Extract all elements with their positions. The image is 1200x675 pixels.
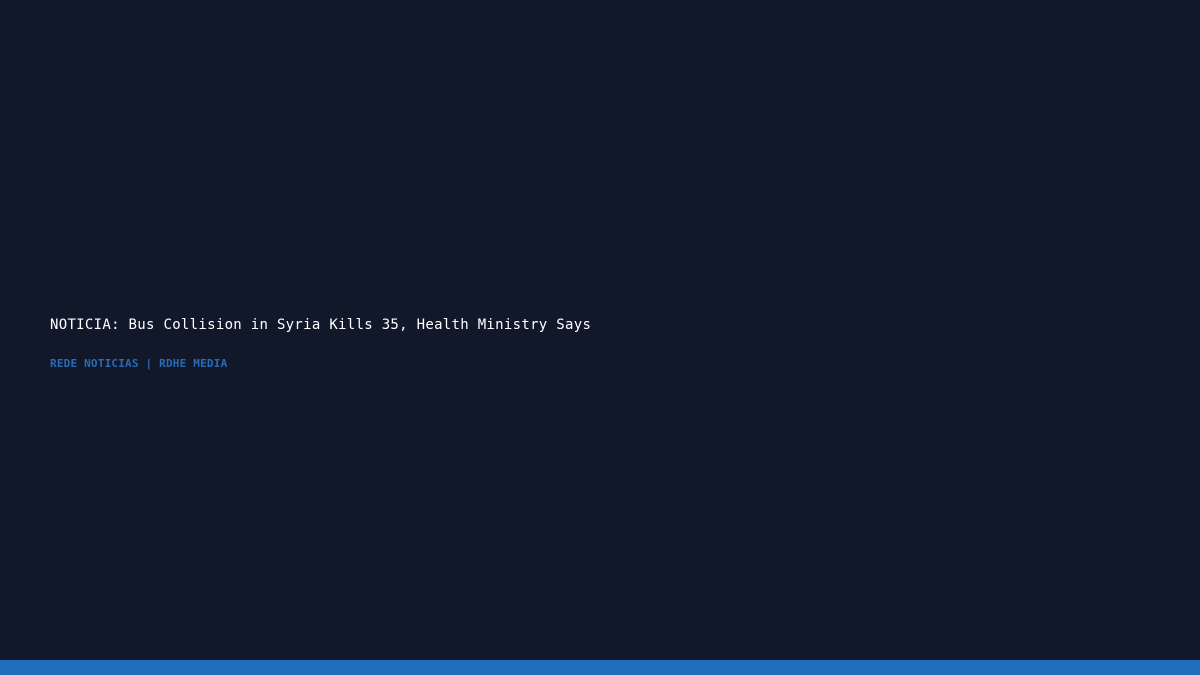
byline: REDE NOTICIAS | RDHE MEDIA: [50, 357, 228, 370]
headline: NOTICIA: Bus Collision in Syria Kills 35…: [50, 317, 592, 333]
accent-bar: [0, 660, 1200, 675]
news-card: NOTICIA: Bus Collision in Syria Kills 35…: [0, 0, 1200, 675]
